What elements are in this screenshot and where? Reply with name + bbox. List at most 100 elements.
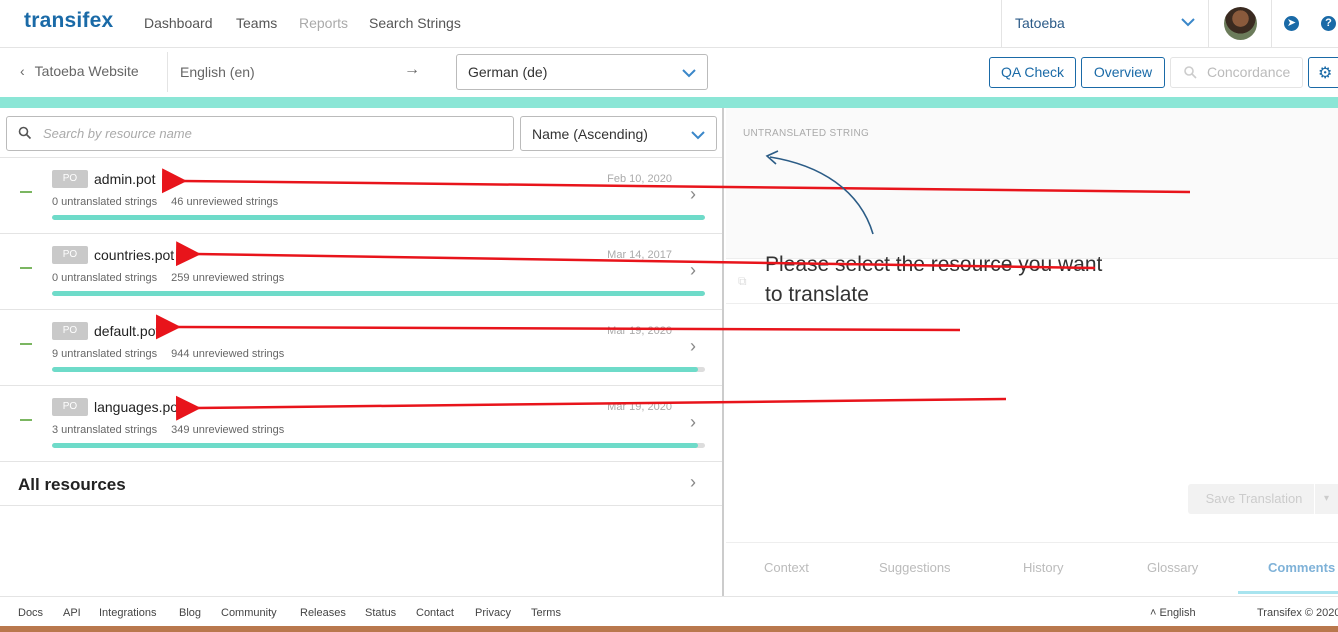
compass-icon[interactable]: ➤ <box>1284 16 1299 31</box>
chevron-down-icon <box>1181 18 1195 27</box>
format-badge: PO <box>52 322 88 340</box>
divider <box>1271 0 1272 47</box>
progress-strip <box>0 97 1338 108</box>
nav-teams[interactable]: Teams <box>236 15 277 31</box>
progress-fill <box>52 367 699 372</box>
search-placeholder: Search by resource name <box>43 126 192 141</box>
footer: Docs API Integrations Blog Community Rel… <box>0 596 1338 626</box>
source-string-area: UNTRANSLATED STRING <box>726 108 1338 258</box>
os-taskbar <box>0 626 1338 632</box>
format-badge: PO <box>52 246 88 264</box>
resource-row-languages[interactable]: PO languages.pot Mar 19, 2020 3 untransl… <box>0 385 722 461</box>
divider <box>167 52 168 92</box>
nav-reports[interactable]: Reports <box>299 15 348 31</box>
select-resource-message: Please select the resource you want to t… <box>765 253 1103 306</box>
progress-fill <box>52 443 699 448</box>
language-switcher[interactable]: ˄ English <box>1150 607 1196 619</box>
organization-name: Tatoeba <box>1015 15 1065 31</box>
progress-fill <box>52 291 705 296</box>
chevron-right-icon: › <box>690 472 696 492</box>
resource-date: Mar 19, 2020 <box>607 401 672 413</box>
progress-fill <box>52 215 705 220</box>
footer-link-privacy[interactable]: Privacy <box>475 607 511 619</box>
save-translation-button[interactable]: Save Translation <box>1188 484 1320 514</box>
resource-stats: 0 untranslated strings 259 unreviewed str… <box>52 272 284 284</box>
user-avatar[interactable] <box>1224 7 1257 40</box>
copyright: Transifex © 2020 <box>1257 607 1338 619</box>
resource-list-panel: Search by resource name Name (Ascending)… <box>0 108 724 596</box>
progress-bar <box>52 215 705 220</box>
tab-suggestions[interactable]: Suggestions <box>879 560 951 575</box>
qa-check-button[interactable]: QA Check <box>989 57 1076 88</box>
search-icon <box>18 126 32 140</box>
active-tab-indicator <box>1238 591 1338 594</box>
editor-toolbar: ‹ Tatoeba Website English (en) → German (… <box>0 48 1338 97</box>
unreviewed-count: 46 unreviewed strings <box>171 196 279 208</box>
footer-link-api[interactable]: API <box>63 607 81 619</box>
footer-link-terms[interactable]: Terms <box>531 607 561 619</box>
resource-row-admin[interactable]: PO admin.pot Feb 10, 2020 0 untranslated… <box>0 157 722 233</box>
chevron-down-icon <box>691 131 705 140</box>
resource-name: countries.pot <box>94 247 175 263</box>
editor-tabs: Context Suggestions History Glossary Com… <box>726 542 1338 595</box>
sort-value: Name (Ascending) <box>532 126 648 142</box>
nav-dashboard[interactable]: Dashboard <box>144 15 213 31</box>
footer-link-contact[interactable]: Contact <box>416 607 454 619</box>
untranslated-string-title: UNTRANSLATED STRING <box>743 128 870 139</box>
chevron-down-icon <box>682 69 696 78</box>
transifex-logo[interactable]: transifex <box>24 9 113 33</box>
untranslated-count: 0 untranslated strings <box>52 196 158 208</box>
concordance-label: Concordance <box>1207 64 1291 80</box>
untranslated-count: 9 untranslated strings <box>52 348 158 360</box>
tab-context[interactable]: Context <box>764 560 809 575</box>
resource-stats: 9 untranslated strings 944 unreviewed str… <box>52 348 284 360</box>
editor-panel: UNTRANSLATED STRING ⧉ <box>726 108 1338 596</box>
sort-select[interactable]: Name (Ascending) <box>520 116 717 151</box>
progress-bar <box>52 367 705 372</box>
nav-search-strings[interactable]: Search Strings <box>369 15 461 31</box>
target-language-select[interactable]: German (de) <box>456 54 708 90</box>
all-resources-row[interactable]: All resources › <box>0 461 722 506</box>
format-badge: PO <box>52 398 88 416</box>
resource-name: admin.pot <box>94 171 156 187</box>
resource-name: default.pot <box>94 323 160 339</box>
organization-select[interactable]: Tatoeba <box>1001 0 1209 47</box>
chevron-right-icon: › <box>690 260 696 280</box>
chevron-left-icon: ‹ <box>20 63 25 79</box>
all-resources-label: All resources <box>18 475 126 494</box>
footer-link-status[interactable]: Status <box>365 607 396 619</box>
format-badge: PO <box>52 170 88 188</box>
footer-link-integrations[interactable]: Integrations <box>99 607 156 619</box>
back-link[interactable]: ‹ Tatoeba Website <box>20 63 139 79</box>
resource-row-default[interactable]: PO default.pot Mar 19, 2020 9 untranslat… <box>0 309 722 385</box>
overview-button[interactable]: Overview <box>1081 57 1165 88</box>
footer-link-blog[interactable]: Blog <box>179 607 201 619</box>
source-language: English (en) <box>180 64 255 80</box>
chevron-right-icon: › <box>690 336 696 356</box>
unreviewed-count: 259 unreviewed strings <box>171 272 285 284</box>
progress-bar <box>52 443 705 448</box>
copy-icon[interactable]: ⧉ <box>738 274 747 289</box>
resource-row-countries[interactable]: PO countries.pot Mar 14, 2017 0 untransl… <box>0 233 722 309</box>
language-label: English <box>1159 607 1196 619</box>
concordance-button[interactable]: Concordance <box>1170 57 1303 88</box>
resource-stats: 3 untranslated strings 349 unreviewed str… <box>52 424 284 436</box>
tab-glossary[interactable]: Glossary <box>1147 560 1198 575</box>
tab-history[interactable]: History <box>1023 560 1063 575</box>
resource-search-input[interactable]: Search by resource name <box>6 116 514 151</box>
chevron-down-icon[interactable]: ▾ <box>1314 484 1338 514</box>
top-navigation: transifex Dashboard Teams Reports Search… <box>0 0 1338 48</box>
footer-link-releases[interactable]: Releases <box>300 607 346 619</box>
footer-link-community[interactable]: Community <box>221 607 277 619</box>
help-icon[interactable]: ? <box>1321 16 1336 31</box>
unreviewed-count: 349 unreviewed strings <box>171 424 285 436</box>
tab-comments[interactable]: Comments <box>1268 560 1335 575</box>
project-name: Tatoeba Website <box>34 63 139 79</box>
status-dash <box>20 191 32 193</box>
resource-date: Mar 19, 2020 <box>607 325 672 337</box>
gear-icon: ⚙ <box>1318 65 1333 82</box>
settings-button[interactable]: ⚙ <box>1308 57 1338 88</box>
footer-link-docs[interactable]: Docs <box>18 607 43 619</box>
resource-stats: 0 untranslated strings 46 unreviewed stri… <box>52 196 278 208</box>
arrow-right-icon: → <box>404 61 420 78</box>
